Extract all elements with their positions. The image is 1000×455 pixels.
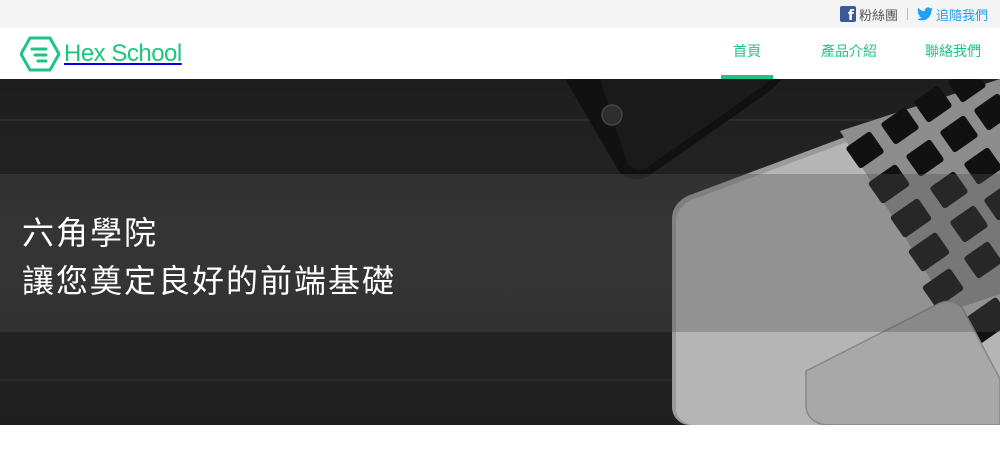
nav-item-contact[interactable]: 聯絡我們 xyxy=(913,28,1000,79)
social-divider xyxy=(906,8,908,20)
hero-banner: 六角學院 讓您奠定良好的前端基礎 xyxy=(0,79,1000,425)
twitter-link[interactable]: 追隨我們 xyxy=(916,5,988,24)
nav-item-products[interactable]: 產品介紹 xyxy=(809,28,889,79)
hero-heading: 六角學院 讓您奠定良好的前端基礎 xyxy=(22,209,396,305)
main-nav: 首頁 產品介紹 聯絡我們 xyxy=(721,28,1000,79)
social-links: 粉絲團 追隨我們 xyxy=(839,5,988,24)
nav-item-home[interactable]: 首頁 xyxy=(721,28,773,79)
facebook-label: 粉絲團 xyxy=(858,8,898,24)
facebook-icon xyxy=(839,6,856,24)
brand-logo[interactable]: Hex School xyxy=(20,36,182,72)
hexagon-logo-icon xyxy=(20,36,60,72)
top-utility-bar: 粉絲團 追隨我們 xyxy=(0,0,1000,28)
twitter-label: 追隨我們 xyxy=(935,8,988,24)
hero-title: 六角學院 xyxy=(22,214,159,252)
hero-subtitle: 讓您奠定良好的前端基礎 xyxy=(22,262,397,300)
site-header: Hex School 首頁 產品介紹 聯絡我們 xyxy=(0,28,1000,79)
facebook-link[interactable]: 粉絲團 xyxy=(839,5,898,24)
brand-name: Hex School xyxy=(64,40,182,67)
twitter-icon xyxy=(916,7,933,21)
